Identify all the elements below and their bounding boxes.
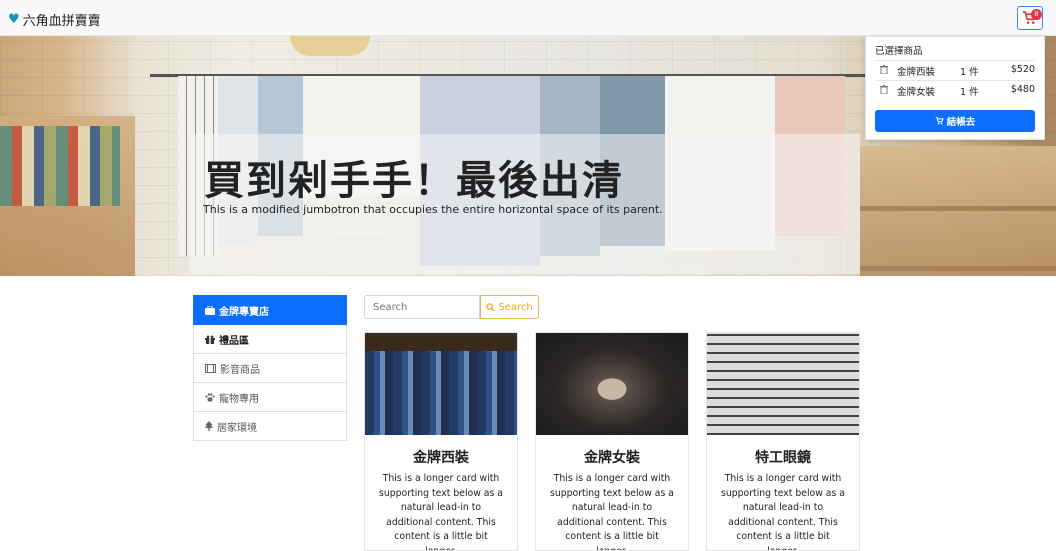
sidebar-item-pets[interactable]: 寵物專用 [193, 383, 347, 412]
product-image-womenswear [536, 333, 688, 435]
search-input[interactable] [364, 295, 480, 319]
product-card[interactable]: 金牌西裝 This is a longer card with supporti… [364, 332, 518, 551]
cart-item-row: 金牌女裝 1 件 $480 [875, 80, 1035, 99]
search-button-label: Search [498, 301, 533, 313]
top-navbar: ♥ 六角血拼賣賣 8 [0, 0, 1056, 36]
tree-icon [205, 421, 213, 431]
gift-icon [205, 335, 215, 344]
cart-item-name: 金牌西裝 [897, 67, 936, 78]
cart-header: 已選擇商品 [875, 46, 923, 57]
right-shelf [860, 146, 1056, 276]
checkout-button[interactable]: 結帳去 [875, 110, 1035, 132]
product-card[interactable]: 特工眼鏡 This is a longer card with supporti… [706, 332, 860, 551]
cart-item-price: $520 [1010, 64, 1035, 75]
product-title: 金牌西裝 [413, 450, 469, 466]
product-image-glasses [707, 333, 859, 435]
checkout-label: 結帳去 [946, 117, 976, 128]
sidebar-item-home[interactable]: 居家環境 [193, 412, 347, 441]
briefcase-icon [205, 305, 215, 315]
category-sidebar: 金牌專賣店 禮品區 影音商品 寵物專用 居家環境 [193, 295, 347, 441]
trash-icon[interactable] [880, 65, 888, 74]
cart-item-price: $480 [1010, 84, 1035, 95]
heart-icon: ♥ [8, 12, 20, 27]
film-icon [205, 363, 216, 373]
trash-icon[interactable] [880, 85, 888, 94]
cart-item-qty: 1 件 [960, 67, 979, 78]
search-icon [486, 302, 495, 312]
sidebar-item-label: 影音商品 [220, 364, 260, 376]
hero-lead-text: This is a modified jumbotron that occupi… [203, 203, 663, 216]
books-display [0, 126, 120, 206]
sidebar-item-media[interactable]: 影音商品 [193, 354, 347, 383]
sidebar-item-label: 金牌專賣店 [219, 306, 269, 318]
cart-item-name: 金牌女裝 [897, 87, 936, 98]
search-button[interactable]: Search [480, 295, 539, 319]
hero-title: 買到剁手手！最後出清 [204, 158, 624, 204]
product-description: This is a longer card with supporting te… [550, 473, 674, 551]
product-description: This is a longer card with supporting te… [721, 473, 845, 551]
sidebar-item-gold-store[interactable]: 金牌專賣店 [193, 295, 347, 325]
cart-item-row: 金牌西裝 1 件 $520 [875, 60, 1035, 79]
sidebar-item-label: 居家環境 [217, 422, 257, 434]
cart-item-qty: 1 件 [960, 87, 979, 98]
paw-icon [205, 392, 215, 402]
product-description: This is a longer card with supporting te… [379, 473, 503, 551]
product-title: 特工眼鏡 [755, 450, 811, 466]
ceiling-lamp [290, 36, 370, 56]
cart-dropdown: 已選擇商品 金牌西裝 1 件 $520 金牌女裝 1 件 $480 結帳去 [865, 36, 1045, 140]
sidebar-item-gifts[interactable]: 禮品區 [193, 325, 347, 354]
product-title: 金牌女裝 [584, 450, 640, 466]
product-card[interactable]: 金牌女裝 This is a longer card with supporti… [535, 332, 689, 551]
cart-button[interactable]: 8 [1017, 6, 1043, 30]
product-image-suits [365, 333, 517, 435]
brand-link[interactable]: ♥ 六角血拼賣賣 [8, 10, 101, 29]
sidebar-item-label: 寵物專用 [219, 393, 259, 405]
cart-icon [935, 117, 944, 125]
cart-count-badge: 8 [1031, 9, 1042, 20]
sidebar-item-label: 禮品區 [219, 335, 249, 347]
brand-name: 六角血拼賣賣 [22, 14, 101, 29]
